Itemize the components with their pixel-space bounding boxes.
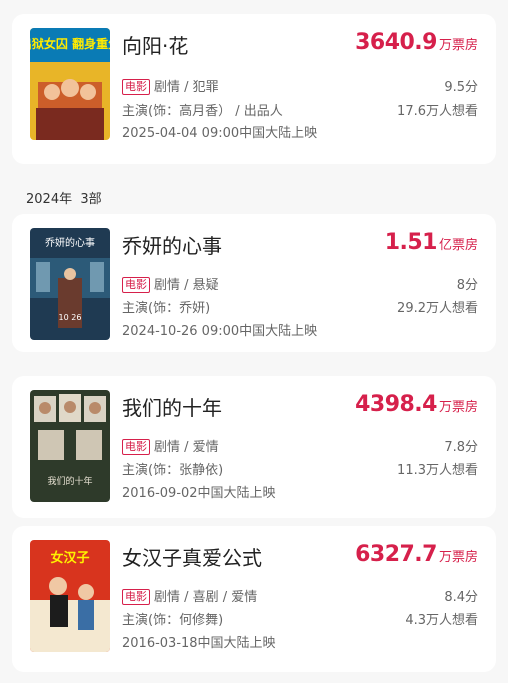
movie-card[interactable]: 女汉子 女汉子真爱公式 6327.7 万票房 电影 剧情 / 喜剧 / 爱情 主演(…: [12, 526, 496, 672]
genres: 剧情 / 爱情: [154, 440, 219, 455]
movie-poster[interactable]: 出狱女囚 翻身重生: [30, 28, 110, 140]
score: 8.4分: [444, 590, 478, 605]
movie-title[interactable]: 向阳·花: [122, 30, 188, 59]
genres: 剧情 / 犯罪: [154, 80, 219, 95]
want-count: 4.3万人想看: [405, 613, 478, 628]
box-office-unit: 亿票房: [438, 238, 478, 253]
genres: 剧情 / 悬疑: [154, 278, 219, 293]
box-office: 1.51 亿票房: [385, 230, 478, 255]
cast: 主演(饰：张静依): [122, 463, 224, 478]
genre-row: 电影 剧情 / 爱情: [122, 436, 219, 455]
section-year: 2024年: [26, 192, 73, 207]
poster-date: 10 26: [59, 313, 82, 322]
box-office: 3640.9 万票房: [355, 30, 478, 55]
movie-poster[interactable]: 我们的十年: [30, 390, 110, 502]
box-office-value: 1.51: [384, 230, 438, 255]
release-date: 2024-10-26 09:00中国大陆上映: [122, 324, 318, 339]
genre-row: 电影 剧情 / 悬疑: [122, 274, 219, 293]
type-tag: 电影: [122, 439, 150, 455]
box-office-unit: 万票房: [438, 550, 478, 565]
want-count: 29.2万人想看: [397, 301, 478, 316]
genre-row: 电影 剧情 / 犯罪: [122, 76, 219, 95]
box-office-value: 6327.7: [355, 542, 437, 567]
box-office: 4398.4 万票房: [355, 392, 478, 417]
movie-card[interactable]: 我们的十年 我们的十年 4398.4 万票房 电影 剧情 / 爱情 主演(饰：张静依…: [12, 376, 496, 518]
genres: 剧情 / 喜剧 / 爱情: [154, 590, 258, 605]
movie-poster[interactable]: 乔妍的心事 10 26: [30, 228, 110, 340]
release-date: 2025-04-04 09:00中国大陆上映: [122, 126, 318, 141]
box-office-unit: 万票房: [438, 38, 478, 53]
box-office: 6327.7 万票房: [355, 542, 478, 567]
want-count: 17.6万人想看: [397, 104, 478, 119]
type-tag: 电影: [122, 589, 150, 605]
movie-card[interactable]: 乔妍的心事 10 26 乔妍的心事 1.51 亿票房 电影 剧情 / 悬疑 主演(饰…: [12, 214, 496, 352]
want-count: 11.3万人想看: [397, 463, 478, 478]
year-section-header: 2024年 3部: [26, 188, 102, 207]
type-tag: 电影: [122, 277, 150, 293]
box-office-value: 4398.4: [355, 392, 437, 417]
cast: 主演(饰：何修舞): [122, 613, 224, 628]
movie-card[interactable]: 出狱女囚 翻身重生 向阳·花 3640.9万票房 电影剧情 / 犯罪 主演(饰：…: [12, 14, 496, 164]
movie-title[interactable]: 我们的十年: [122, 392, 222, 421]
genre-row: 电影 剧情 / 喜剧 / 爱情: [122, 586, 257, 605]
score: 9.5分: [444, 80, 478, 95]
movie-title[interactable]: 乔妍的心事: [122, 230, 222, 259]
poster-title: 乔妍的心事: [45, 236, 95, 249]
cast: 主演(饰：高月香） / 出品人: [122, 104, 283, 119]
score: 7.8分: [444, 440, 478, 455]
poster-title: 女汉子: [50, 550, 89, 566]
type-tag: 电影: [122, 79, 150, 95]
release-date: 2016-09-02中国大陆上映: [122, 486, 276, 501]
poster-title: 我们的十年: [47, 475, 92, 487]
release-date: 2016-03-18中国大陆上映: [122, 636, 276, 651]
poster-text-line1: 出狱女囚 翻身重生: [30, 36, 110, 51]
box-office-value: 3640.9: [355, 30, 437, 55]
score: 8分: [456, 278, 478, 293]
movie-poster[interactable]: 女汉子: [30, 540, 110, 652]
movie-title[interactable]: 女汉子真爱公式: [122, 542, 262, 571]
cast: 主演(饰：乔妍): [122, 301, 211, 316]
section-count: 3部: [80, 192, 102, 207]
box-office-unit: 万票房: [438, 400, 478, 415]
